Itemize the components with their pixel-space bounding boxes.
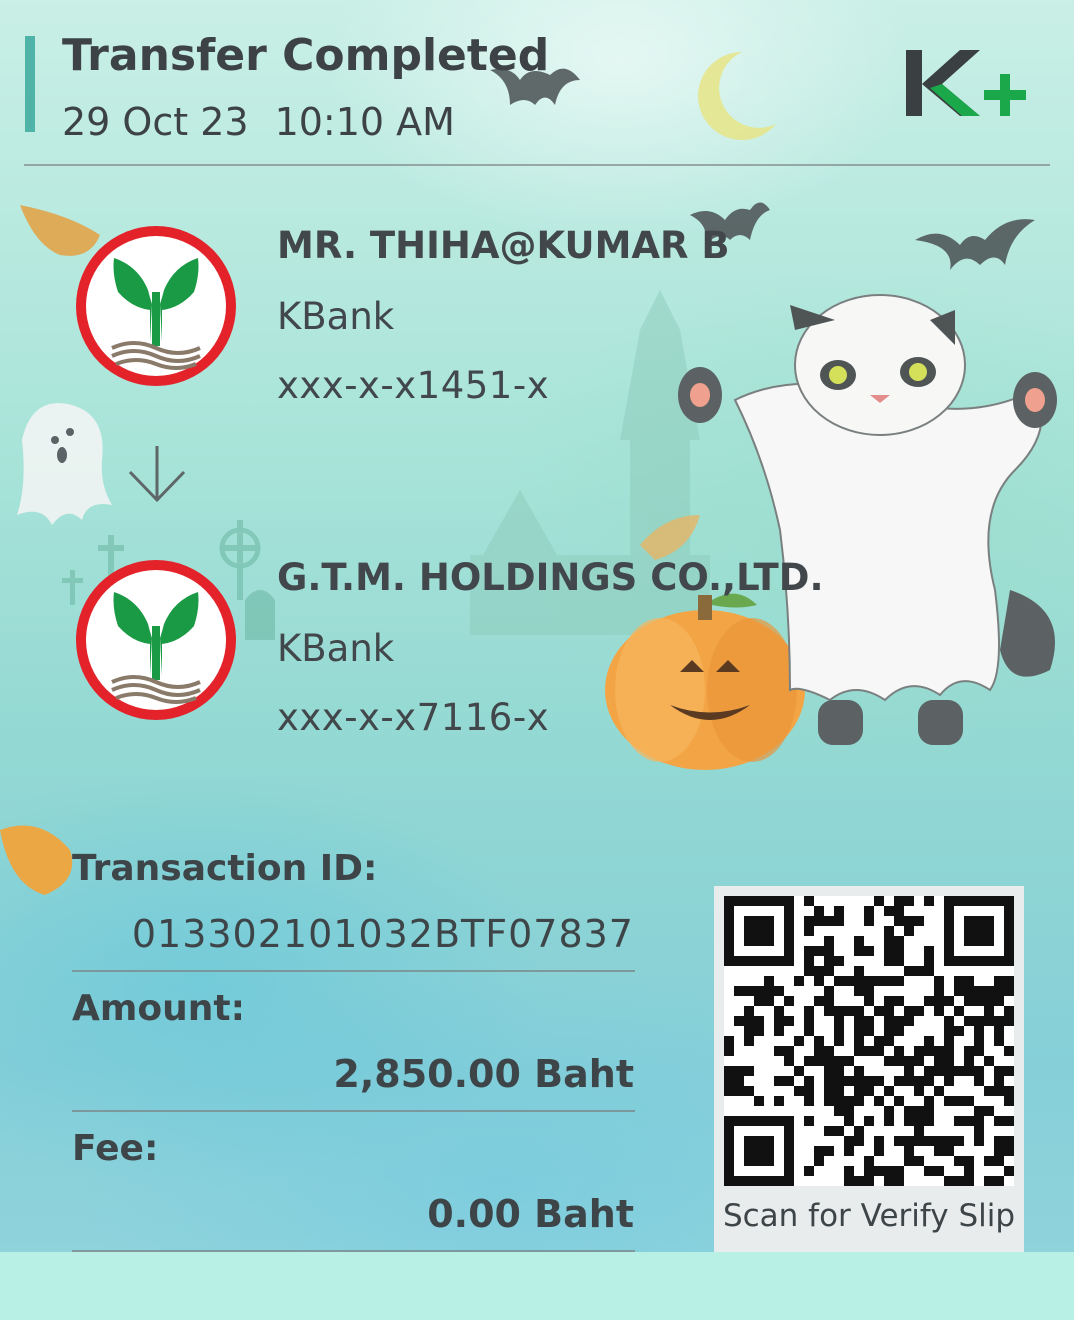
qr-code[interactable] bbox=[724, 896, 1014, 1186]
fee-value: 0.00 Baht bbox=[427, 1192, 634, 1236]
divider bbox=[72, 1110, 635, 1112]
amount-value: 2,850.00 Baht bbox=[333, 1052, 634, 1096]
sender-info: MR. THIHA@KUMAR B KBank xxx-x-x1451-x bbox=[277, 224, 730, 407]
fee-label: Fee: bbox=[72, 1128, 159, 1169]
receiver-name: G.T.M. HOLDINGS CO.,LTD. bbox=[277, 556, 824, 599]
kbank-logo-icon bbox=[76, 560, 236, 720]
arrow-down-icon bbox=[128, 446, 186, 503]
sender-bank: KBank bbox=[277, 295, 395, 338]
receiver-info: G.T.M. HOLDINGS CO.,LTD. KBank xxx-x-x71… bbox=[277, 556, 824, 739]
amount-label: Amount: bbox=[72, 988, 245, 1029]
bottom-strip bbox=[0, 1252, 1074, 1320]
divider bbox=[72, 970, 635, 972]
kplus-logo-icon bbox=[906, 50, 1026, 116]
transfer-datetime: 29 Oct 23 10:10 AM bbox=[62, 100, 481, 144]
transaction-id-value: 013302101032BTF07837 bbox=[131, 912, 634, 956]
receiver-account: xxx-x-x7116-x bbox=[277, 696, 550, 739]
transaction-id-label: Transaction ID: bbox=[72, 848, 378, 889]
qr-code-icon bbox=[724, 896, 1014, 1186]
transfer-date: 29 Oct 23 bbox=[62, 100, 249, 144]
header-accent-bar bbox=[25, 36, 35, 132]
header-divider bbox=[24, 164, 1050, 166]
transfer-slip: Transfer Completed 29 Oct 23 10:10 AM MR.… bbox=[0, 0, 1074, 1252]
receiver-bank: KBank bbox=[277, 627, 395, 670]
kbank-logo-icon bbox=[76, 226, 236, 386]
sender-account: xxx-x-x1451-x bbox=[277, 364, 550, 407]
page-title: Transfer Completed bbox=[62, 30, 550, 81]
verify-qr-panel[interactable]: Scan for Verify Slip bbox=[714, 886, 1024, 1252]
sender-name: MR. THIHA@KUMAR B bbox=[277, 224, 730, 267]
transfer-time: 10:10 AM bbox=[274, 100, 455, 144]
qr-caption: Scan for Verify Slip bbox=[722, 1198, 1016, 1234]
